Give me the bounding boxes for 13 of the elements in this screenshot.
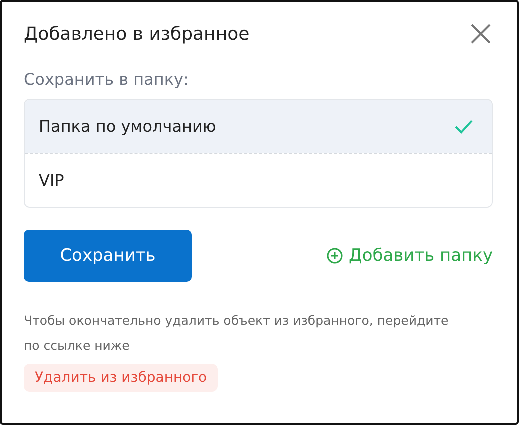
note-text: Чтобы окончательно удалить объект из избранного, перейдите по ссылке ниже [24, 312, 450, 355]
folder-name: Папка по умолчанию [39, 117, 216, 136]
check-icon [454, 118, 474, 134]
folder-item[interactable]: Папка по умолчанию [25, 100, 492, 153]
folder-name: VIP [39, 171, 64, 190]
dialog-title: Добавлено в избранное [24, 24, 250, 44]
save-button[interactable]: Сохранить [24, 230, 192, 282]
add-folder-button[interactable]: Добавить папку [327, 246, 493, 266]
folder-item[interactable]: VIP [25, 153, 492, 207]
plus-circle-icon [327, 248, 344, 264]
close-button[interactable] [469, 22, 493, 46]
remove-link[interactable]: Удалить из избранного [24, 364, 218, 392]
folder-label: Сохранить в папку: [24, 70, 190, 89]
